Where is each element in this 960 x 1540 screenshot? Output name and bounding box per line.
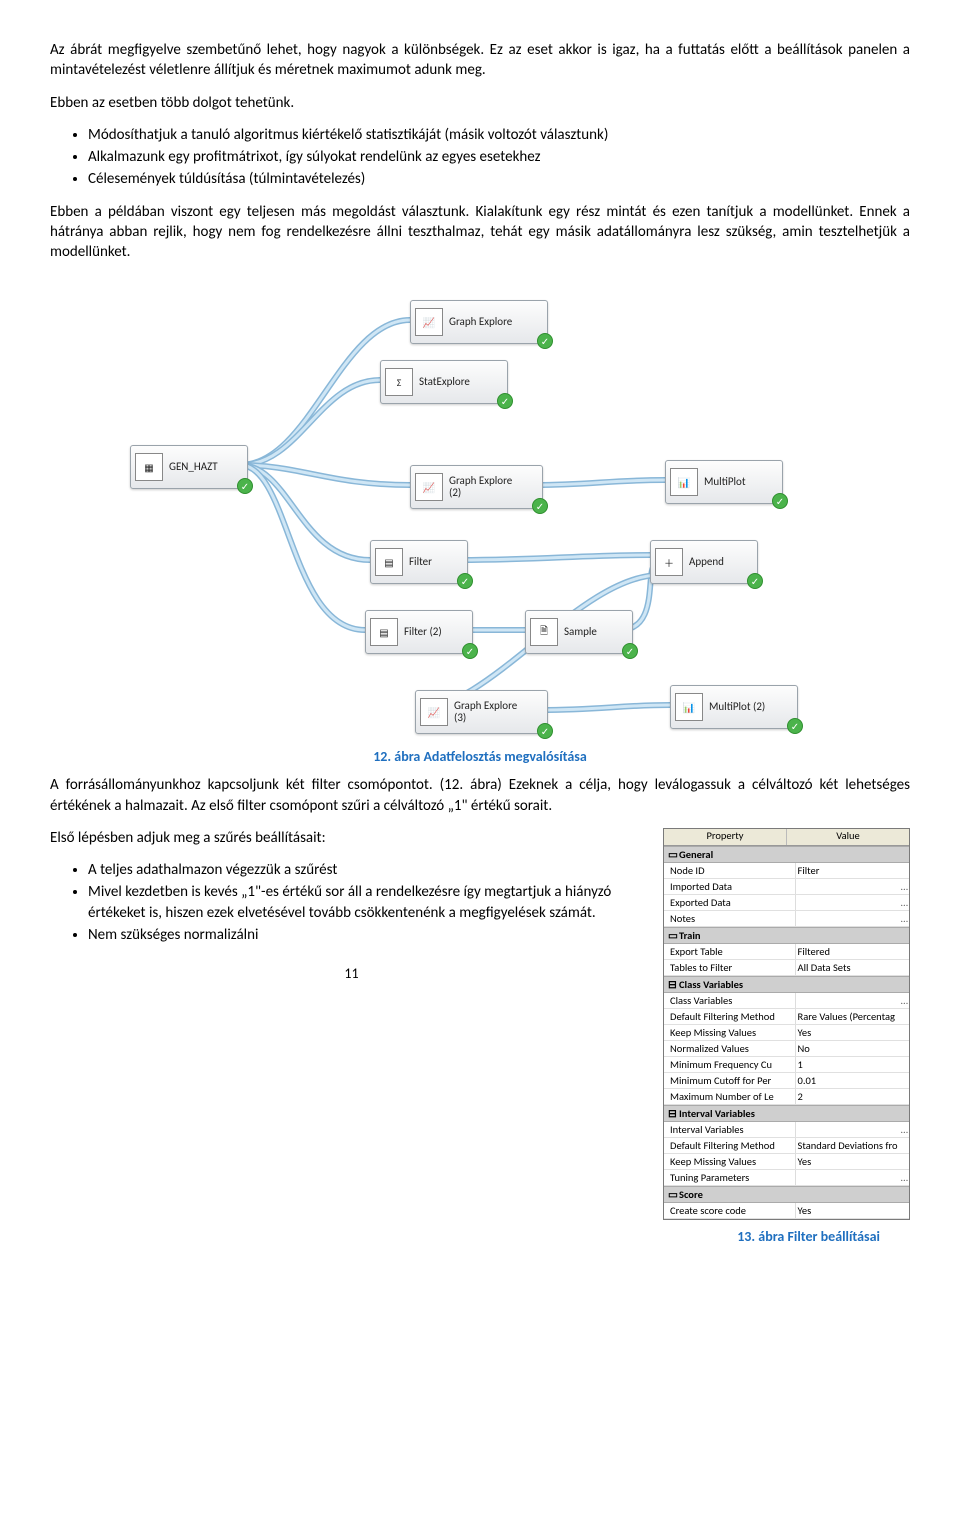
paragraph: Az ábrát megfigyelve szembetűnő lehet, h… [50,40,910,81]
paragraph: Ebben a példában viszont egy teljesen má… [50,202,910,263]
prop-exported-data: Exported Data [664,895,796,910]
node-graph-explore-2[interactable]: 📈 Graph Explore (2) ✓ [410,465,543,509]
chart-icon: 📈 [415,473,443,501]
group-general[interactable]: ▭General [664,846,909,863]
multiplot-icon: 📊 [670,468,698,496]
sample-icon: 🗎 [530,618,558,646]
node-stat-explore[interactable]: Σ StatExplore ✓ [380,360,508,404]
node-label: Filter [409,556,432,568]
prop-tuning-parameters: Tuning Parameters [664,1170,796,1185]
group-interval-variables[interactable]: ⊟Interval Variables [664,1105,909,1122]
prop-interval-variables: Interval Variables [664,1122,796,1137]
stats-icon: Σ [385,368,413,396]
node-label: Sample [564,626,597,638]
list-item: Célesemények túldúsítása (túlmintavétele… [88,169,910,189]
figure-caption: 12. ábra Adatfelosztás megvalósítása [50,748,910,765]
node-label: GEN_HAZT [169,461,218,473]
node-filter-2[interactable]: ▤ Filter (2) ✓ [365,610,473,654]
node-label: Filter (2) [404,626,442,638]
node-label: Graph Explore (2) [449,475,512,499]
node-label: MultiPlot (2) [709,701,765,713]
prop-class-variables: Class Variables [664,993,796,1008]
node-sample[interactable]: 🗎 Sample ✓ [525,610,633,654]
node-graph-explore[interactable]: 📈 Graph Explore ✓ [410,300,548,344]
append-icon: ＋ [655,548,683,576]
prop-export-table: Export Table [664,944,796,959]
prop-keep-missing-interval: Keep Missing Values [664,1154,796,1169]
node-label: Append [689,556,724,568]
filter-icon: ▤ [370,618,398,646]
ellipsis-button[interactable]: … [901,912,907,925]
ellipsis-button[interactable]: … [901,1123,907,1136]
node-multiplot[interactable]: 📊 MultiPlot ✓ [665,460,783,504]
ellipsis-button[interactable]: … [901,896,907,909]
node-label: StatExplore [419,376,470,388]
prop-tables-to-filter: Tables to Filter [664,960,796,975]
filter-icon: ▤ [375,548,403,576]
node-label: Graph Explore (3) [454,700,517,724]
node-multiplot-2[interactable]: 📊 MultiPlot (2) ✓ [670,685,798,729]
prop-create-score-code: Create score code [664,1203,796,1218]
node-gen-hazt[interactable]: ▦ GEN_HAZT ✓ [130,445,248,489]
node-filter[interactable]: ▤ Filter ✓ [370,540,468,584]
prop-max-levels: Maximum Number of Le [664,1089,796,1104]
paragraph: A forrásállományunkhoz kapcsoljunk két f… [50,775,910,816]
prop-node-id: Node ID [664,863,796,878]
panel-header: Property Value [664,829,909,846]
ellipsis-button[interactable]: … [901,880,907,893]
prop-imported-data: Imported Data [664,879,796,894]
prop-min-cutoff: Minimum Cutoff for Per [664,1073,796,1088]
prop-normalized-values: Normalized Values [664,1041,796,1056]
prop-notes: Notes [664,911,796,926]
paragraph: Ebben az esetben több dolgot tehetünk. [50,93,910,113]
group-score[interactable]: ▭Score [664,1186,909,1203]
col-header-property: Property [664,829,787,845]
ellipsis-button[interactable]: … [901,1171,907,1184]
figure-caption-2: 13. ábra Filter beállításai [50,1228,880,1245]
col-header-value: Value [787,829,909,845]
prop-default-filter-interval: Default Filtering Method [664,1138,796,1153]
group-train[interactable]: ▭Train [664,927,909,944]
group-class-variables[interactable]: ⊟Class Variables [664,976,909,993]
properties-panel[interactable]: Property Value ▭General Node IDFilter Im… [663,828,910,1220]
ellipsis-button[interactable]: … [901,994,907,1007]
chart-icon: 📈 [420,698,448,726]
node-label: Graph Explore [449,316,512,328]
node-graph-explore-3[interactable]: 📈 Graph Explore (3) ✓ [415,690,548,734]
prop-keep-missing-class: Keep Missing Values [664,1025,796,1040]
workflow-diagram: ▦ GEN_HAZT ✓ 📈 Graph Explore ✓ Σ StatExp… [120,280,840,740]
prop-min-frequency: Minimum Frequency Cu [664,1057,796,1072]
bullet-list: Módosíthatjuk a tanuló algoritmus kiérté… [88,125,910,190]
multiplot-icon: 📊 [675,693,703,721]
table-icon: ▦ [135,453,163,481]
diagram-connections [120,280,840,740]
node-append[interactable]: ＋ Append ✓ [650,540,758,584]
list-item: Alkalmazunk egy profitmátrixot, így súly… [88,147,910,167]
prop-default-filter-class: Default Filtering Method [664,1009,796,1024]
chart-icon: 📈 [415,308,443,336]
list-item: Módosíthatjuk a tanuló algoritmus kiérté… [88,125,910,145]
node-label: MultiPlot [704,476,746,488]
